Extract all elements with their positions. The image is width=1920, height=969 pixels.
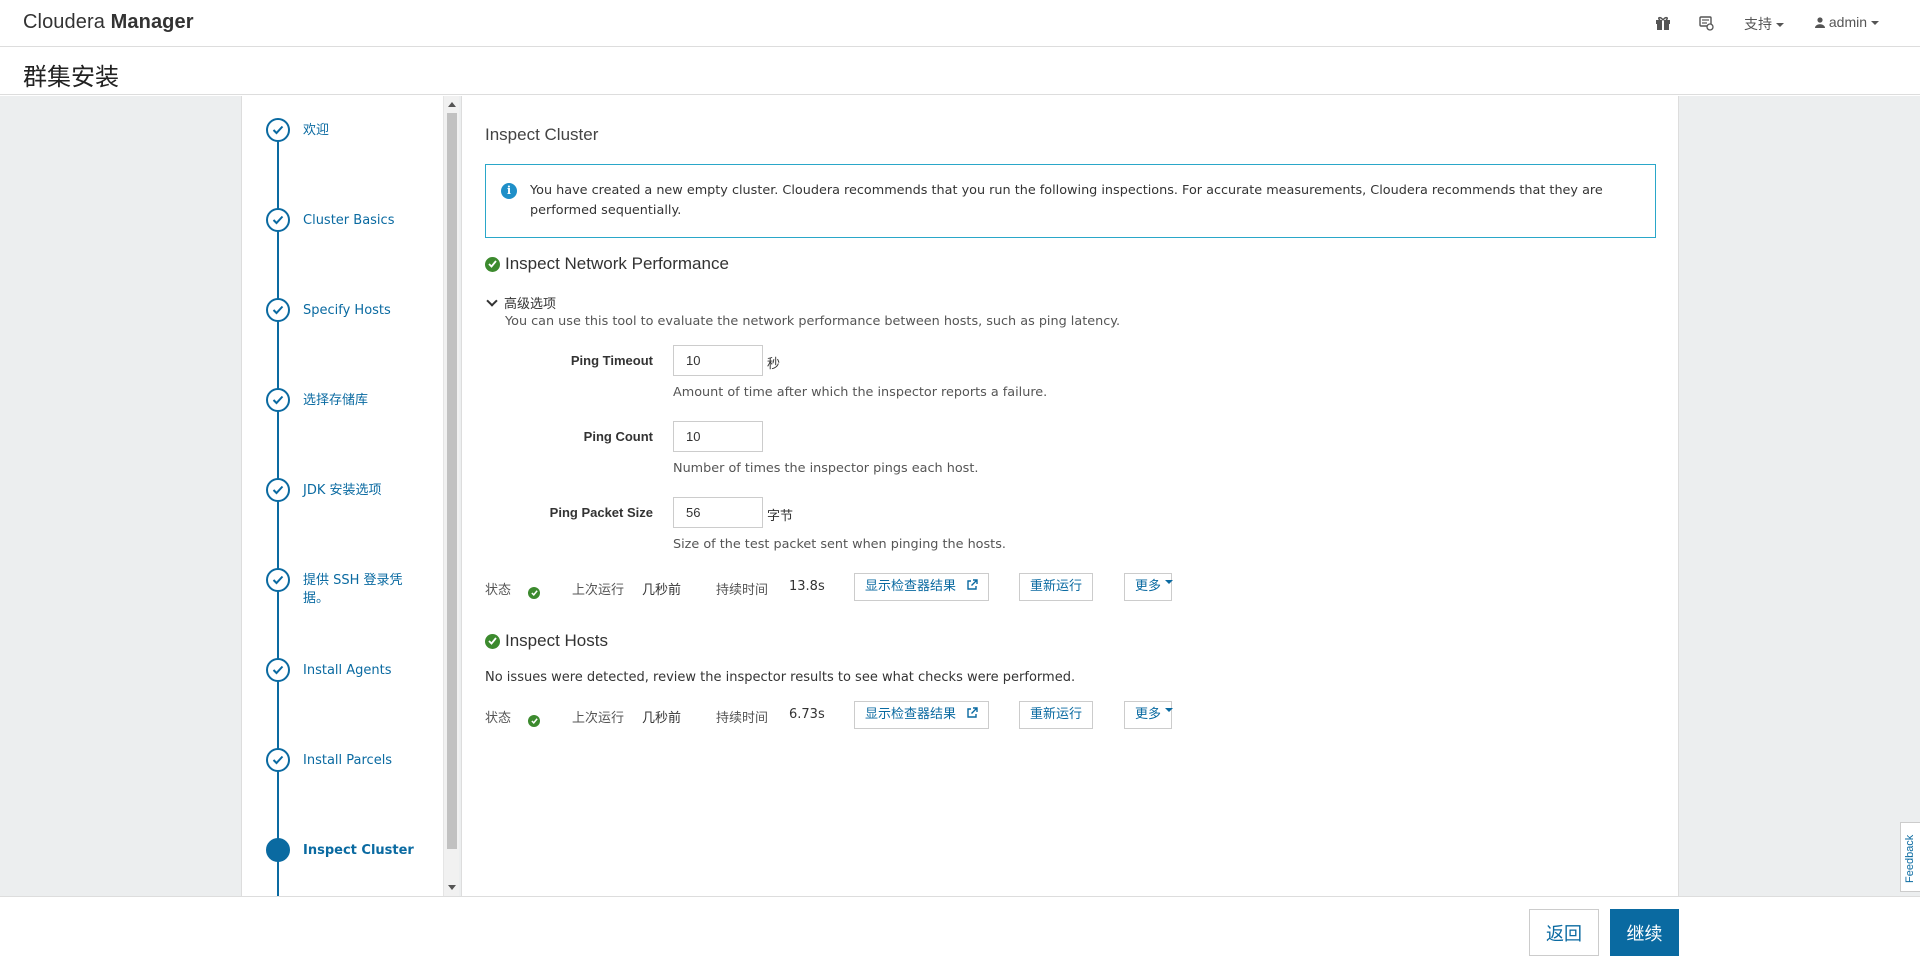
feedback-label: Feedback — [1904, 834, 1916, 883]
ping-packet-size-label: Ping Packet Size — [549, 505, 653, 520]
page-title: 群集安装 — [23, 63, 119, 91]
network-inspection-heading: Inspect Network Performance — [485, 254, 729, 274]
rerun-label: 重新运行 — [1030, 579, 1083, 594]
user-icon — [1815, 17, 1825, 28]
wizard-step-label: 选择存储库 — [303, 393, 369, 408]
duration-label: 持续时间 — [716, 711, 769, 726]
scroll-up-arrow-icon[interactable] — [448, 102, 456, 107]
caret-down-icon — [1165, 580, 1174, 584]
check-circle-icon — [266, 118, 290, 142]
current-step-icon — [266, 838, 290, 862]
check-circle-icon — [266, 208, 290, 232]
wizard-step-label: 欢迎 — [303, 123, 330, 138]
user-label: admin — [1828, 14, 1868, 30]
brand-name-bold: Manager — [110, 11, 194, 33]
ping-timeout-unit: 秒 — [767, 357, 781, 372]
external-link-icon — [967, 579, 978, 590]
duration-value: 13.8s — [789, 579, 825, 594]
check-circle-icon — [266, 478, 290, 502]
last-run-value: 几秒前 — [642, 711, 682, 726]
caret-down-icon — [1776, 23, 1784, 28]
wizard-step-label: Install Parcels — [303, 753, 393, 768]
alert-message: You have created a new empty cluster. Cl… — [530, 183, 1603, 218]
scroll-down-arrow-icon[interactable] — [448, 885, 456, 890]
check-circle-icon — [266, 748, 290, 772]
last-run-label: 上次运行 — [572, 583, 625, 598]
external-link-icon — [967, 707, 978, 718]
wizard-footer: 返回 继续 — [0, 896, 1920, 969]
info-icon: i — [501, 183, 517, 199]
check-circle-icon — [485, 256, 500, 272]
wizard-step-label: Install Agents — [303, 663, 392, 678]
back-button[interactable]: 返回 — [1529, 909, 1599, 956]
ping-count-label: Ping Count — [583, 429, 653, 444]
user-menu[interactable]: admin — [1815, 14, 1880, 30]
network-status-row: 状态 上次运行 几秒前 持续时间 13.8s 显示检查器结果 重新运行 更多 — [485, 573, 1285, 601]
scrollbar-thumb[interactable] — [447, 113, 457, 849]
ping-packet-size-help: Size of the test packet sent when pingin… — [673, 537, 1006, 552]
brand-logo[interactable]: Cloudera Manager — [23, 11, 194, 34]
support-menu[interactable]: 支持 — [1744, 14, 1784, 34]
more-dropdown-button[interactable]: 更多 — [1124, 701, 1174, 729]
wizard-step-label: JDK 安装选项 — [303, 483, 382, 498]
top-navbar: Cloudera Manager 支持 admin — [0, 0, 1920, 47]
caret-down-icon — [1871, 21, 1880, 26]
rerun-button[interactable]: 重新运行 — [1019, 701, 1094, 729]
continue-button[interactable]: 继续 — [1610, 909, 1679, 956]
network-description: You can use this tool to evaluate the ne… — [505, 314, 1121, 329]
ping-packet-size-input[interactable] — [673, 497, 763, 528]
more-dropdown-button[interactable]: 更多 — [1124, 573, 1174, 601]
rerun-label: 重新运行 — [1030, 707, 1083, 722]
check-circle-icon — [266, 388, 290, 412]
brand-name-light: Cloudera — [23, 11, 105, 33]
hosts-inspection-heading: Inspect Hosts — [485, 631, 608, 651]
network-inspection-title: Inspect Network Performance — [505, 254, 729, 273]
last-run-label: 上次运行 — [572, 711, 625, 726]
status-label: 状态 — [485, 583, 512, 598]
ping-timeout-input[interactable] — [673, 345, 763, 376]
section-title: Inspect Cluster — [485, 125, 599, 144]
duration-label: 持续时间 — [716, 583, 769, 598]
wizard-step-label: 提供 SSH 登录凭据。 — [303, 573, 403, 606]
main-content: Inspect Cluster i You have created a new… — [461, 96, 1679, 896]
duration-value: 6.73s — [789, 707, 825, 722]
ping-packet-size-unit: 字节 — [767, 509, 794, 524]
advanced-options-label: 高级选项 — [504, 297, 557, 312]
wizard-steps-panel: 欢迎 Cluster Basics Specify Hosts 选择存储库 JDK 安装… — [241, 96, 459, 948]
check-circle-icon — [266, 568, 290, 592]
tasks-icon[interactable] — [1695, 12, 1717, 34]
more-label: 更多 — [1135, 579, 1162, 594]
hosts-inspection-title: Inspect Hosts — [505, 631, 608, 650]
show-inspector-results-button[interactable]: 显示检查器结果 — [854, 701, 990, 729]
hosts-status-row: 状态 上次运行 几秒前 持续时间 6.73s 显示检查器结果 重新运行 更多 — [485, 701, 1285, 729]
wizard-step-label: Specify Hosts — [303, 303, 391, 318]
show-results-label: 显示检查器结果 — [865, 579, 957, 594]
check-circle-icon — [266, 658, 290, 682]
gift-icon[interactable] — [1652, 12, 1674, 34]
feedback-tab[interactable]: Feedback — [1900, 822, 1920, 892]
ping-timeout-label: Ping Timeout — [570, 353, 653, 368]
show-results-label: 显示检查器结果 — [865, 707, 957, 722]
support-label: 支持 — [1744, 16, 1772, 32]
last-run-value: 几秒前 — [642, 583, 682, 598]
wizard-step-label: Inspect Cluster — [303, 843, 414, 858]
check-circle-icon — [485, 633, 500, 649]
page-header: 群集安装 — [0, 48, 1920, 95]
check-circle-icon — [266, 298, 290, 322]
wizard-step-label: Cluster Basics — [303, 213, 395, 228]
more-label: 更多 — [1135, 707, 1162, 722]
ping-count-input[interactable] — [673, 421, 763, 452]
chevron-down-icon — [486, 294, 498, 307]
status-label: 状态 — [485, 711, 512, 726]
ping-timeout-help: Amount of time after which the inspector… — [673, 385, 1048, 400]
info-alert: i You have created a new empty cluster. … — [485, 164, 1656, 238]
show-inspector-results-button[interactable]: 显示检查器结果 — [854, 573, 990, 601]
steps-connector-line — [277, 132, 279, 948]
hosts-message: No issues were detected, review the insp… — [485, 670, 1076, 685]
steps-scrollbar[interactable] — [443, 96, 459, 896]
caret-down-icon — [1165, 708, 1174, 712]
ping-count-help: Number of times the inspector pings each… — [673, 461, 979, 476]
rerun-button[interactable]: 重新运行 — [1019, 573, 1094, 601]
advanced-options-toggle[interactable]: 高级选项 — [485, 293, 556, 312]
